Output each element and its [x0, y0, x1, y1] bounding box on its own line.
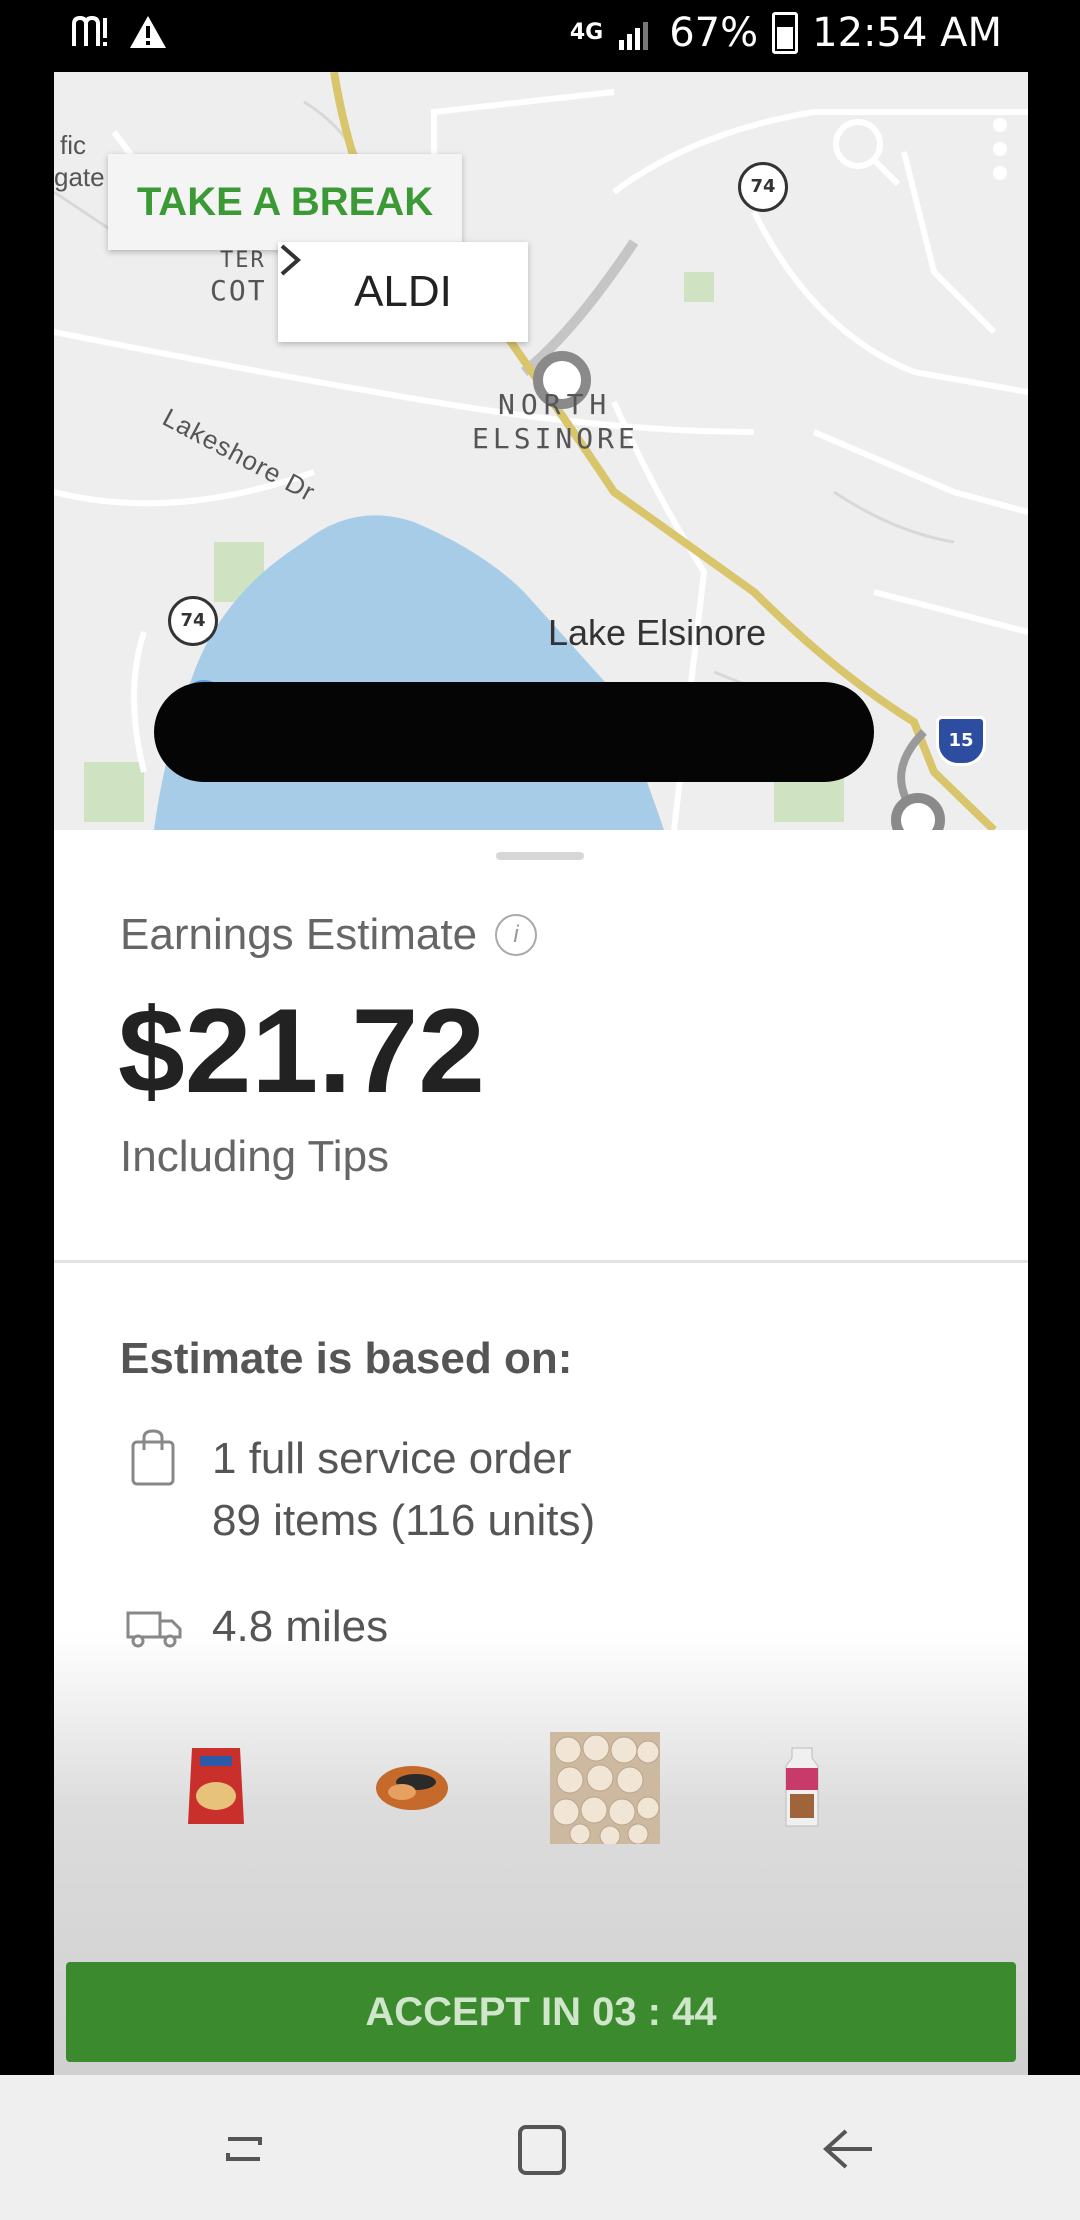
- status-right: 4G 67% 12:54 AM: [570, 10, 1002, 56]
- item-thumbnail[interactable]: [550, 1732, 660, 1848]
- redacted-address: [154, 682, 874, 782]
- map-label-cot: COT: [210, 274, 267, 307]
- interstate-shield: 15: [936, 716, 986, 766]
- more-vert-icon[interactable]: [988, 118, 1012, 198]
- map-view[interactable]: fic gate TER COT NORTH ELSINORE Lakeshor…: [54, 72, 1028, 830]
- order-summary: 1 full service order 89 items (116 units…: [130, 1428, 595, 1552]
- item-thumbnail[interactable]: [372, 1758, 452, 1822]
- product-bread-image: [376, 1766, 448, 1810]
- accept-button[interactable]: ACCEPT IN 03 : 44: [66, 1962, 1016, 2062]
- chevron-right-icon: [280, 244, 302, 276]
- product-bag-image: [188, 1748, 244, 1824]
- item-thumbnails: [54, 1732, 1028, 1872]
- battery-percent: 67%: [669, 10, 759, 56]
- signal-icon: [619, 22, 649, 50]
- info-icon[interactable]: i: [495, 914, 538, 956]
- warning-icon: [130, 16, 166, 48]
- system-nav-bar: [0, 2075, 1080, 2220]
- product-scallops-image: [550, 1732, 660, 1847]
- earnings-estimate-label: Earnings Estimate i: [120, 910, 538, 960]
- search-icon: [833, 119, 901, 187]
- network-type: 4G: [569, 20, 604, 45]
- store-chip[interactable]: ALDI: [278, 242, 528, 342]
- basis-title: Estimate is based on:: [120, 1334, 573, 1383]
- divider: [54, 1260, 1028, 1263]
- item-thumbnail[interactable]: [784, 1746, 820, 1832]
- product-drink-image: [785, 1747, 819, 1827]
- item-thumbnail[interactable]: [186, 1744, 246, 1832]
- map-label-ter: TER: [220, 248, 266, 273]
- order-details: 1 full service order 89 items (116 units…: [212, 1428, 595, 1552]
- distance: 4.8 miles: [212, 1602, 389, 1651]
- status-left: [70, 14, 168, 50]
- distance-row: 4.8 miles: [124, 1602, 388, 1652]
- delivery-truck-icon: [126, 1611, 182, 1648]
- map-label-elsinore: ELSINORE: [472, 422, 639, 455]
- item-count: 89 items (116 units): [212, 1496, 596, 1545]
- earnings-amount: $21.72: [118, 984, 486, 1118]
- back-nav-icon[interactable]: [818, 2119, 878, 2179]
- clock: 12:54 AM: [812, 10, 1002, 56]
- store-name: ALDI: [354, 267, 452, 316]
- shopping-bag-icon: [131, 1429, 175, 1486]
- battery-icon: [772, 12, 799, 54]
- home-nav-icon[interactable]: [510, 2119, 570, 2179]
- notification-app-icon: [72, 15, 107, 46]
- map-label-gate: gate: [54, 162, 105, 192]
- take-a-break-button[interactable]: TAKE A BREAK: [108, 154, 462, 250]
- recents-nav-icon[interactable]: [214, 2119, 274, 2179]
- map-label-fic: fic: [60, 130, 86, 160]
- map-label-north: NORTH: [498, 388, 613, 421]
- including-tips: Including Tips: [120, 1132, 390, 1181]
- status-bar: 4G 67% 12:54 AM: [0, 0, 1080, 72]
- earnings-label-text: Earnings Estimate: [120, 910, 478, 959]
- route-shield: 74: [168, 596, 218, 646]
- offer-screen: fic gate TER COT NORTH ELSINORE Lakeshor…: [54, 72, 1028, 2075]
- order-count: 1 full service order: [212, 1434, 572, 1483]
- map-label-lake: Lake Elsinore: [548, 612, 767, 653]
- route-shield: 74: [738, 162, 788, 212]
- sheet-handle[interactable]: [496, 852, 584, 860]
- search-button[interactable]: [826, 112, 906, 192]
